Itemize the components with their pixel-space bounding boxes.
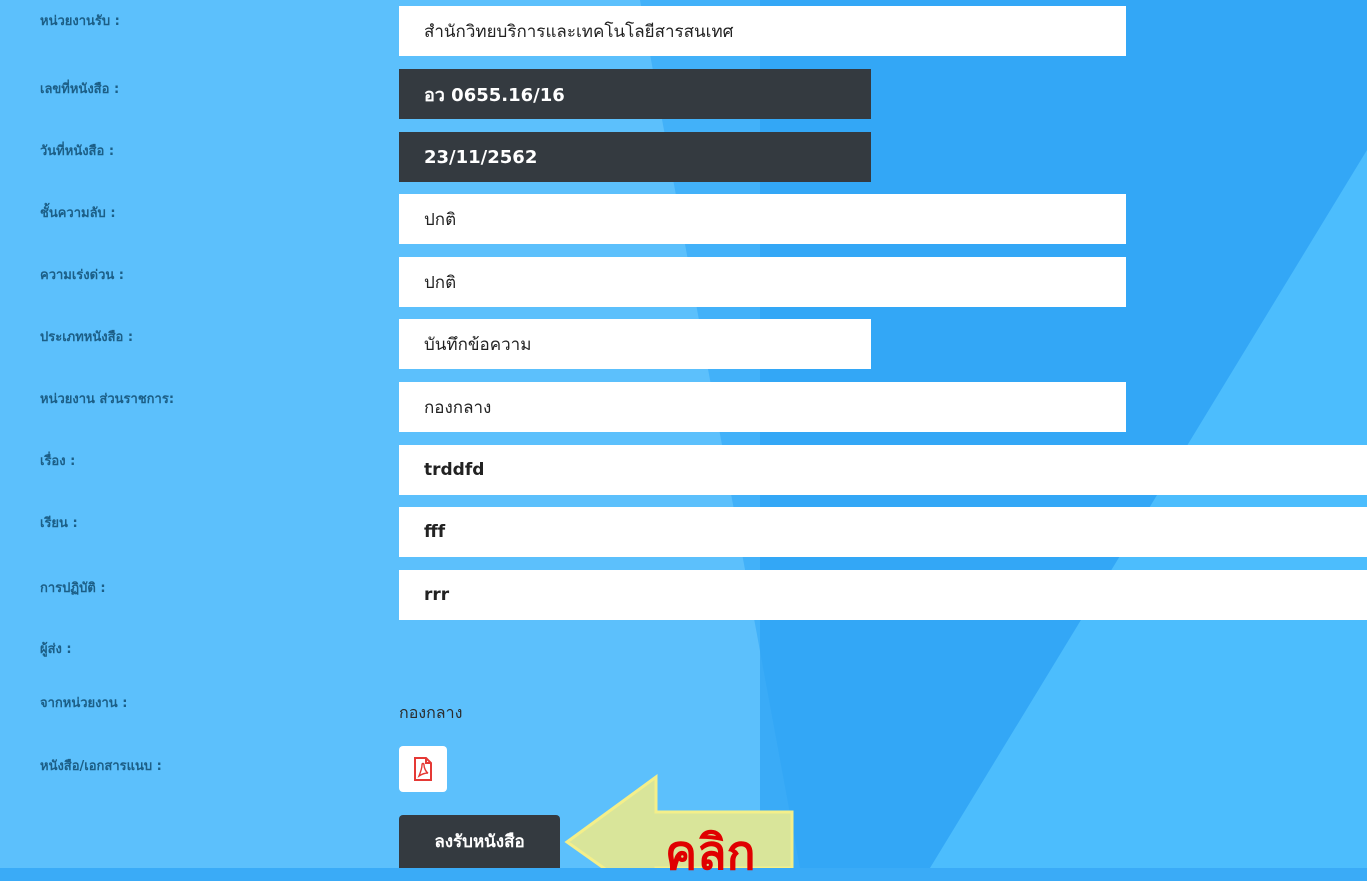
label-urgency: ความเร่งด่วน :	[40, 268, 124, 283]
document-type-field[interactable]: บันทึกข้อความ	[399, 319, 871, 369]
receive-document-button[interactable]: ลงรับหนังสือ	[399, 815, 560, 868]
subject-field[interactable]: trddfd	[399, 445, 1367, 495]
label-sender: ผู้ส่ง :	[40, 642, 72, 657]
receiving-unit-field[interactable]: สำนักวิทยบริการและเทคโนโลยีสารสนเทศ	[399, 6, 1126, 56]
label-secrecy-level: ชั้นความลับ :	[40, 206, 116, 221]
label-document-type: ประเภทหนังสือ :	[40, 330, 134, 345]
label-to: เรียน :	[40, 516, 78, 531]
label-document-number: เลขที่หนังสือ :	[40, 82, 120, 97]
document-date-field[interactable]: 23/11/2562	[399, 132, 871, 182]
pdf-icon	[414, 757, 432, 781]
government-unit-field[interactable]: กองกลาง	[399, 382, 1126, 432]
urgency-field[interactable]: ปกติ	[399, 257, 1126, 307]
pdf-attachment-button[interactable]	[399, 746, 447, 792]
document-number-field[interactable]: อว 0655.16/16	[399, 69, 871, 119]
label-receiving-unit: หน่วยงานรับ :	[40, 14, 120, 29]
label-document-date: วันที่หนังสือ :	[40, 144, 115, 159]
label-government-unit: หน่วยงาน ส่วนราชการ:	[40, 392, 175, 407]
secrecy-level-field[interactable]: ปกติ	[399, 194, 1126, 244]
click-callout-text: คลิก	[665, 825, 756, 881]
from-unit-value: กองกลาง	[399, 703, 463, 722]
label-attachment: หนังสือ/เอกสารแนบ :	[40, 759, 162, 774]
label-from-unit: จากหน่วยงาน :	[40, 696, 128, 711]
action-field[interactable]: rrr	[399, 570, 1367, 620]
to-field[interactable]: fff	[399, 507, 1367, 557]
label-action: การปฏิบัติ :	[40, 581, 106, 596]
label-subject: เรื่อง :	[40, 454, 76, 469]
